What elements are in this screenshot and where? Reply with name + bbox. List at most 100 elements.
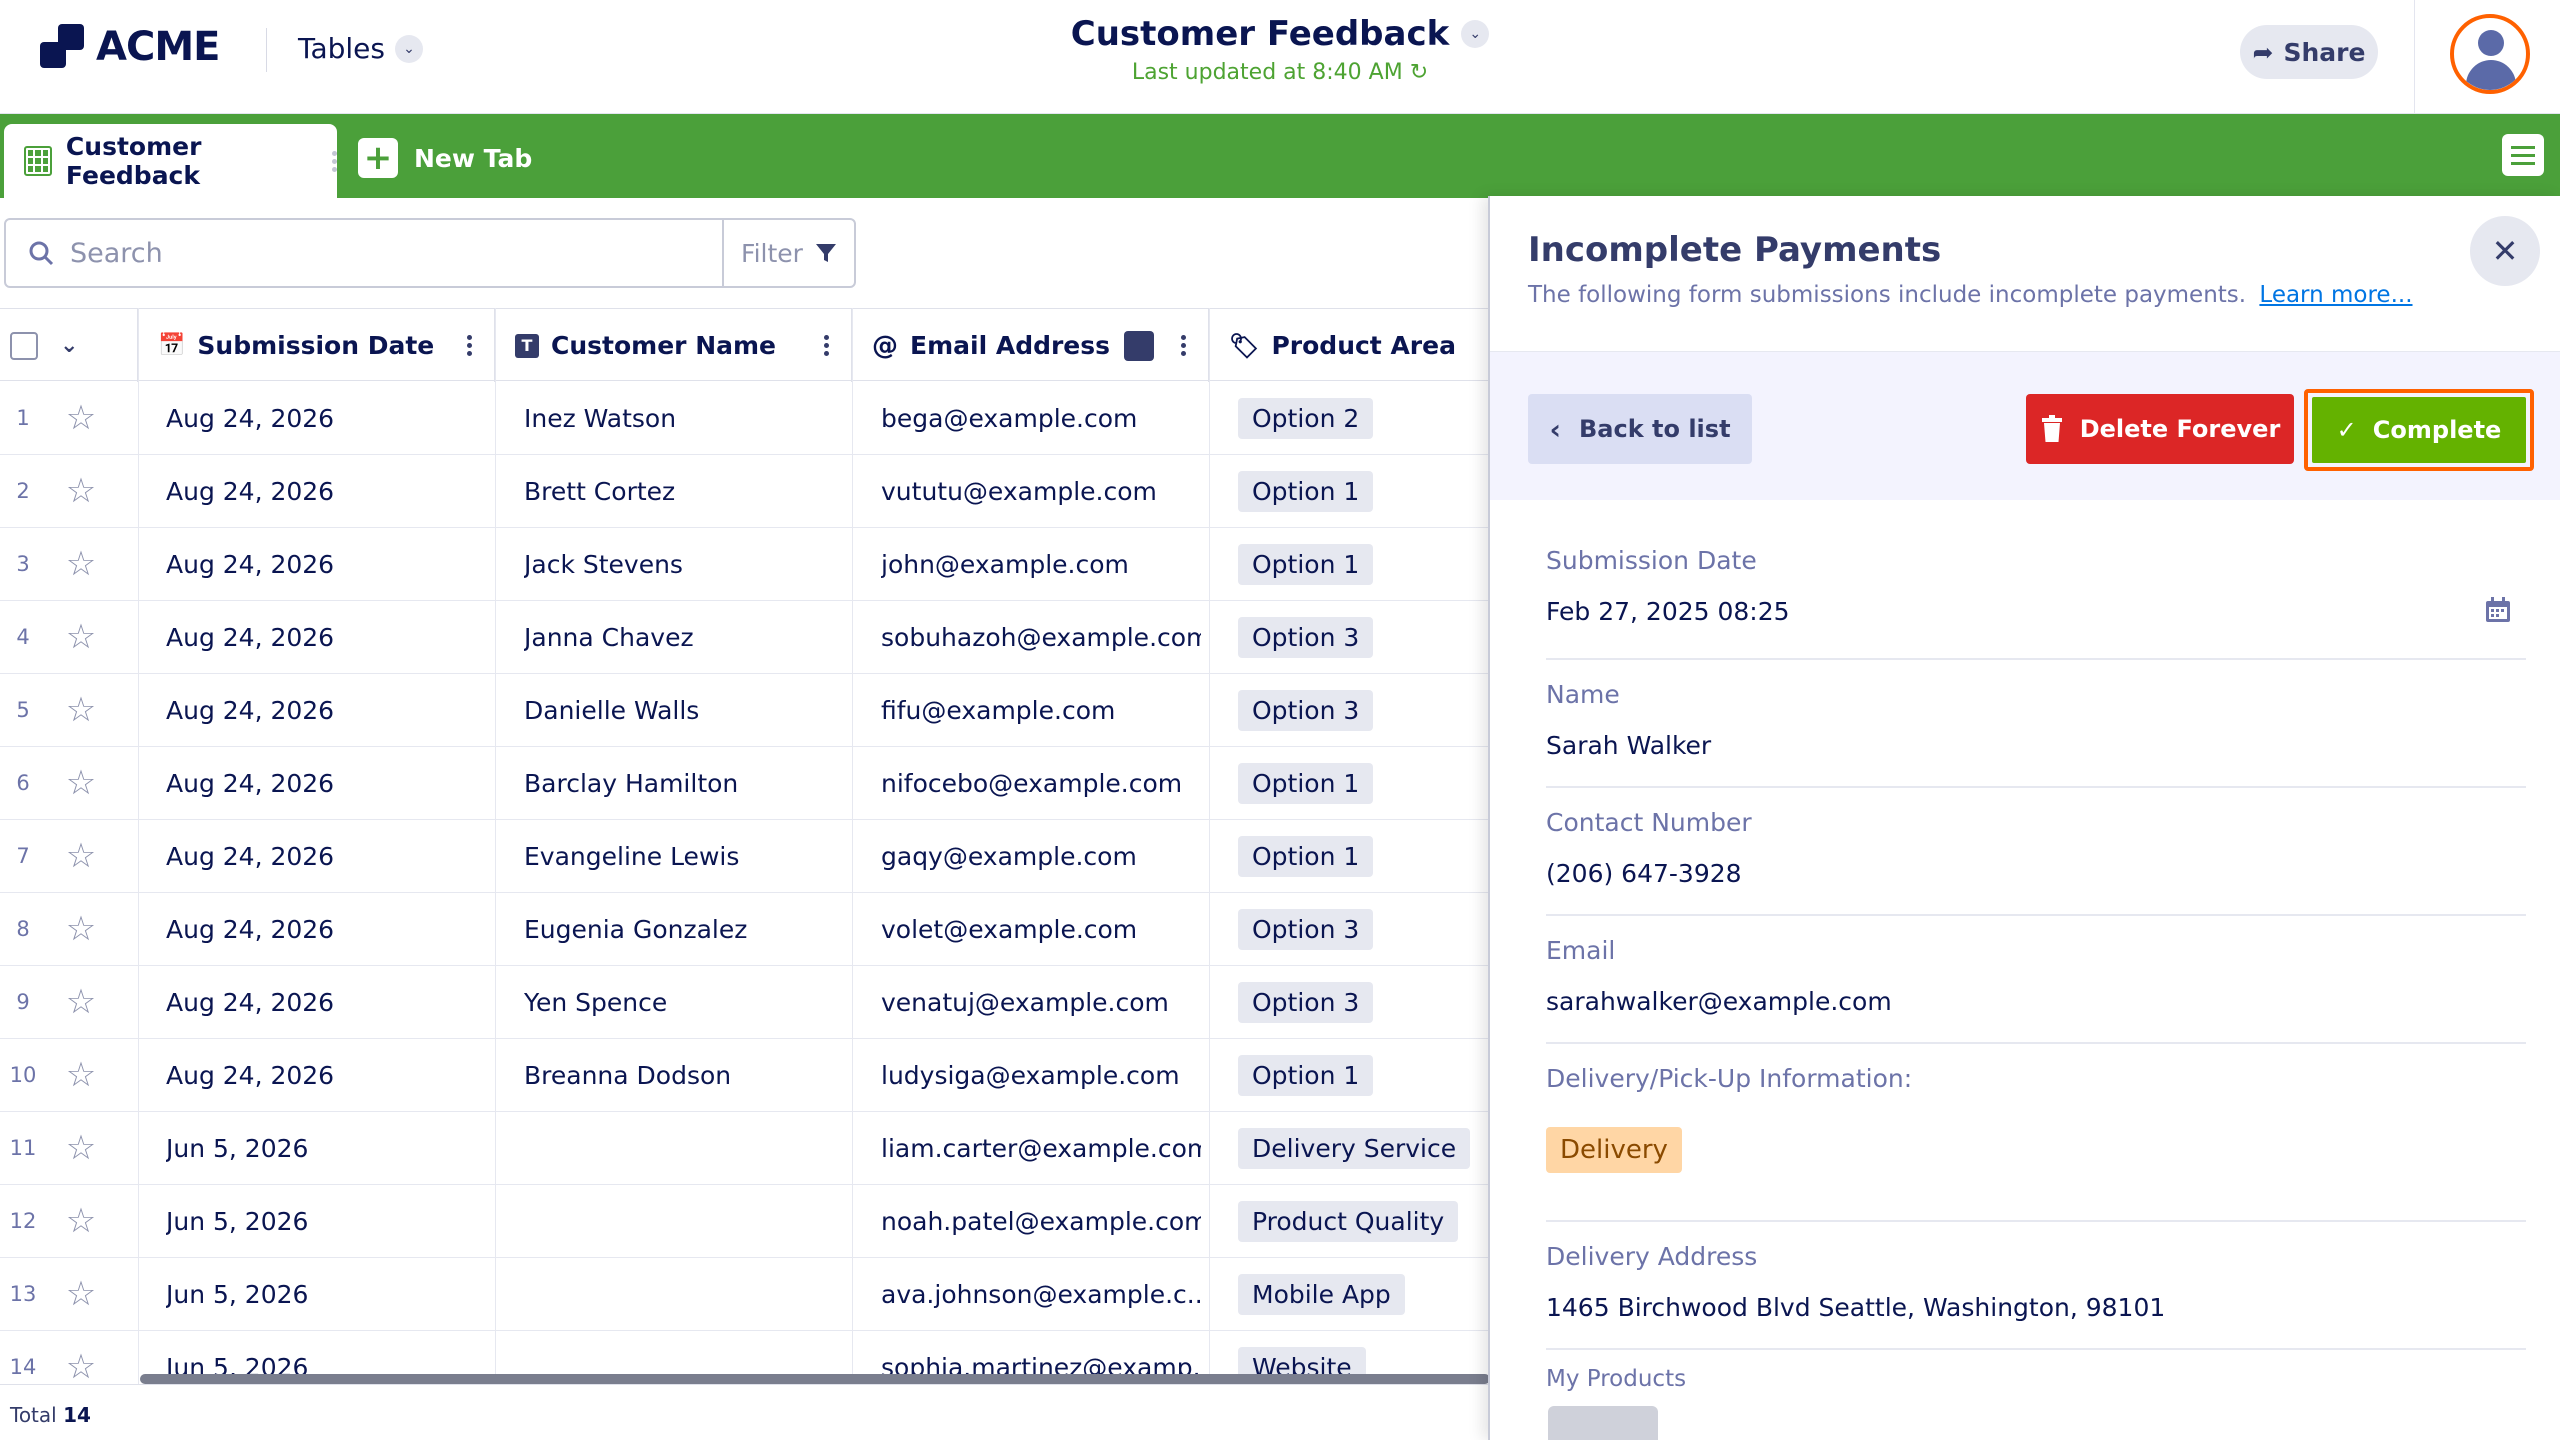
- column-badge-icon[interactable]: [1124, 331, 1154, 361]
- share-button[interactable]: ➦ Share: [2240, 25, 2378, 79]
- product-area-cell[interactable]: Option 3: [1238, 674, 1490, 746]
- customer-name-cell[interactable]: Yen Spence: [524, 966, 844, 1038]
- customer-name-cell[interactable]: Eugenia Gonzalez: [524, 893, 844, 965]
- submission-date-cell[interactable]: Jun 5, 2026: [166, 1258, 486, 1330]
- calendar-icon[interactable]: [2484, 596, 2512, 624]
- product-area-cell[interactable]: Option 1: [1238, 528, 1490, 600]
- new-tab-button[interactable]: + New Tab: [358, 138, 532, 178]
- table-row[interactable]: 4 ☆ Aug 24, 2026 Janna Chavez sobuhazoh@exam…: [0, 601, 1490, 674]
- product-area-cell[interactable]: Option 3: [1238, 966, 1490, 1038]
- refresh-icon[interactable]: ↻: [1410, 60, 1428, 85]
- product-area-cell[interactable]: Option 1: [1238, 1039, 1490, 1111]
- product-thumbnail[interactable]: [1548, 1406, 1658, 1440]
- email-cell[interactable]: liam.carter@example.com: [881, 1112, 1201, 1184]
- title-chevron-down-icon[interactable]: ⌄: [1461, 20, 1490, 48]
- product-area-cell[interactable]: Option 3: [1238, 601, 1490, 673]
- star-icon[interactable]: ☆: [56, 820, 106, 892]
- star-icon[interactable]: ☆: [56, 455, 106, 527]
- customer-name-cell[interactable]: Breanna Dodson: [524, 1039, 844, 1111]
- email-cell[interactable]: venatuj@example.com: [881, 966, 1201, 1038]
- star-icon[interactable]: ☆: [56, 747, 106, 819]
- product-area-cell[interactable]: Mobile App: [1238, 1258, 1490, 1330]
- tab-more-icon[interactable]: [332, 150, 337, 172]
- customer-name-cell[interactable]: Janna Chavez: [524, 601, 844, 673]
- email-cell[interactable]: ludysiga@example.com: [881, 1039, 1201, 1111]
- col-product-area[interactable]: 🏷 Product Area: [1209, 309, 1490, 382]
- page-title[interactable]: Customer Feedback: [1071, 14, 1449, 54]
- email-cell[interactable]: nifocebo@example.com: [881, 747, 1201, 819]
- star-icon[interactable]: ☆: [56, 1258, 106, 1330]
- email-cell[interactable]: fifu@example.com: [881, 674, 1201, 746]
- table-row[interactable]: 6 ☆ Aug 24, 2026 Barclay Hamilton nifocebo@e…: [0, 747, 1490, 820]
- table-row[interactable]: 10 ☆ Aug 24, 2026 Breanna Dodson ludysiga@ex…: [0, 1039, 1490, 1112]
- submission-date-cell[interactable]: Aug 24, 2026: [166, 966, 486, 1038]
- user-avatar[interactable]: [2450, 14, 2530, 94]
- product-area-cell[interactable]: Option 1: [1238, 455, 1490, 527]
- learn-more-link[interactable]: Learn more...: [2259, 282, 2412, 308]
- select-all-checkbox[interactable]: [10, 331, 38, 360]
- back-to-list-button[interactable]: ‹ Back to list: [1528, 394, 1752, 464]
- customer-name-cell[interactable]: [524, 1258, 844, 1330]
- customer-name-cell[interactable]: Jack Stevens: [524, 528, 844, 600]
- table-row[interactable]: 1 ☆ Aug 24, 2026 Inez Watson bega@example.co…: [0, 382, 1490, 455]
- star-icon[interactable]: ☆: [56, 601, 106, 673]
- product-area-cell[interactable]: Option 1: [1238, 820, 1490, 892]
- product-area-cell[interactable]: Product Quality: [1238, 1185, 1490, 1257]
- product-area-cell[interactable]: Option 2: [1238, 382, 1490, 454]
- email-cell[interactable]: gaqy@example.com: [881, 820, 1201, 892]
- table-row[interactable]: 9 ☆ Aug 24, 2026 Yen Spence venatuj@example.…: [0, 966, 1490, 1039]
- col-customer-name[interactable]: T Customer Name: [495, 309, 852, 382]
- email-cell[interactable]: vututu@example.com: [881, 455, 1201, 527]
- column-menu-icon[interactable]: [824, 335, 829, 356]
- menu-icon[interactable]: [2502, 134, 2544, 176]
- submission-date-cell[interactable]: Aug 24, 2026: [166, 382, 486, 454]
- table-row[interactable]: 5 ☆ Aug 24, 2026 Danielle Walls fifu@example…: [0, 674, 1490, 747]
- star-icon[interactable]: ☆: [56, 893, 106, 965]
- customer-name-cell[interactable]: [524, 1112, 844, 1184]
- table-row[interactable]: 11 ☆ Jun 5, 2026 liam.carter@example.com Del…: [0, 1112, 1490, 1185]
- close-icon[interactable]: ✕: [2470, 216, 2540, 286]
- product-area-cell[interactable]: Option 1: [1238, 747, 1490, 819]
- customer-name-cell[interactable]: Evangeline Lewis: [524, 820, 844, 892]
- column-menu-icon[interactable]: [467, 335, 472, 356]
- customer-name-cell[interactable]: Danielle Walls: [524, 674, 844, 746]
- table-row[interactable]: 3 ☆ Aug 24, 2026 Jack Stevens john@example.c…: [0, 528, 1490, 601]
- star-icon[interactable]: ☆: [56, 382, 106, 454]
- acme-logo[interactable]: ACME: [40, 24, 220, 70]
- submission-date-cell[interactable]: Aug 24, 2026: [166, 601, 486, 673]
- table-row[interactable]: 2 ☆ Aug 24, 2026 Brett Cortez vututu@example…: [0, 455, 1490, 528]
- table-row[interactable]: 7 ☆ Aug 24, 2026 Evangeline Lewis gaqy@examp…: [0, 820, 1490, 893]
- star-icon[interactable]: ☆: [56, 966, 106, 1038]
- submission-date-cell[interactable]: Aug 24, 2026: [166, 1039, 486, 1111]
- product-area-cell[interactable]: Option 3: [1238, 893, 1490, 965]
- star-icon[interactable]: ☆: [56, 1039, 106, 1111]
- submission-date-cell[interactable]: Jun 5, 2026: [166, 1112, 486, 1184]
- select-chevron-icon[interactable]: ⌄: [60, 333, 78, 358]
- submission-date-cell[interactable]: Aug 24, 2026: [166, 528, 486, 600]
- submission-date-cell[interactable]: Aug 24, 2026: [166, 455, 486, 527]
- submission-date-cell[interactable]: Aug 24, 2026: [166, 893, 486, 965]
- email-cell[interactable]: ava.johnson@example.c...: [881, 1258, 1201, 1330]
- tab-customer-feedback[interactable]: Customer Feedback: [4, 124, 337, 198]
- star-icon[interactable]: ☆: [56, 1185, 106, 1257]
- submission-date-cell[interactable]: Jun 5, 2026: [166, 1185, 486, 1257]
- customer-name-cell[interactable]: [524, 1185, 844, 1257]
- submission-date-cell[interactable]: Aug 24, 2026: [166, 820, 486, 892]
- customer-name-cell[interactable]: Brett Cortez: [524, 455, 844, 527]
- tables-menu[interactable]: Tables ⌄: [298, 32, 423, 65]
- email-cell[interactable]: volet@example.com: [881, 893, 1201, 965]
- star-icon[interactable]: ☆: [56, 528, 106, 600]
- column-menu-icon[interactable]: [1181, 335, 1186, 356]
- email-cell[interactable]: john@example.com: [881, 528, 1201, 600]
- filter-button[interactable]: Filter: [722, 218, 856, 288]
- delete-forever-button[interactable]: Delete Forever: [2026, 394, 2294, 464]
- customer-name-cell[interactable]: Inez Watson: [524, 382, 844, 454]
- submission-date-cell[interactable]: Aug 24, 2026: [166, 674, 486, 746]
- email-cell[interactable]: bega@example.com: [881, 382, 1201, 454]
- email-cell[interactable]: noah.patel@example.com: [881, 1185, 1201, 1257]
- table-row[interactable]: 13 ☆ Jun 5, 2026 ava.johnson@example.c... Mo…: [0, 1258, 1490, 1331]
- star-icon[interactable]: ☆: [56, 674, 106, 746]
- search-input[interactable]: Search: [4, 218, 724, 288]
- complete-button[interactable]: ✓ Complete: [2312, 397, 2526, 463]
- customer-name-cell[interactable]: Barclay Hamilton: [524, 747, 844, 819]
